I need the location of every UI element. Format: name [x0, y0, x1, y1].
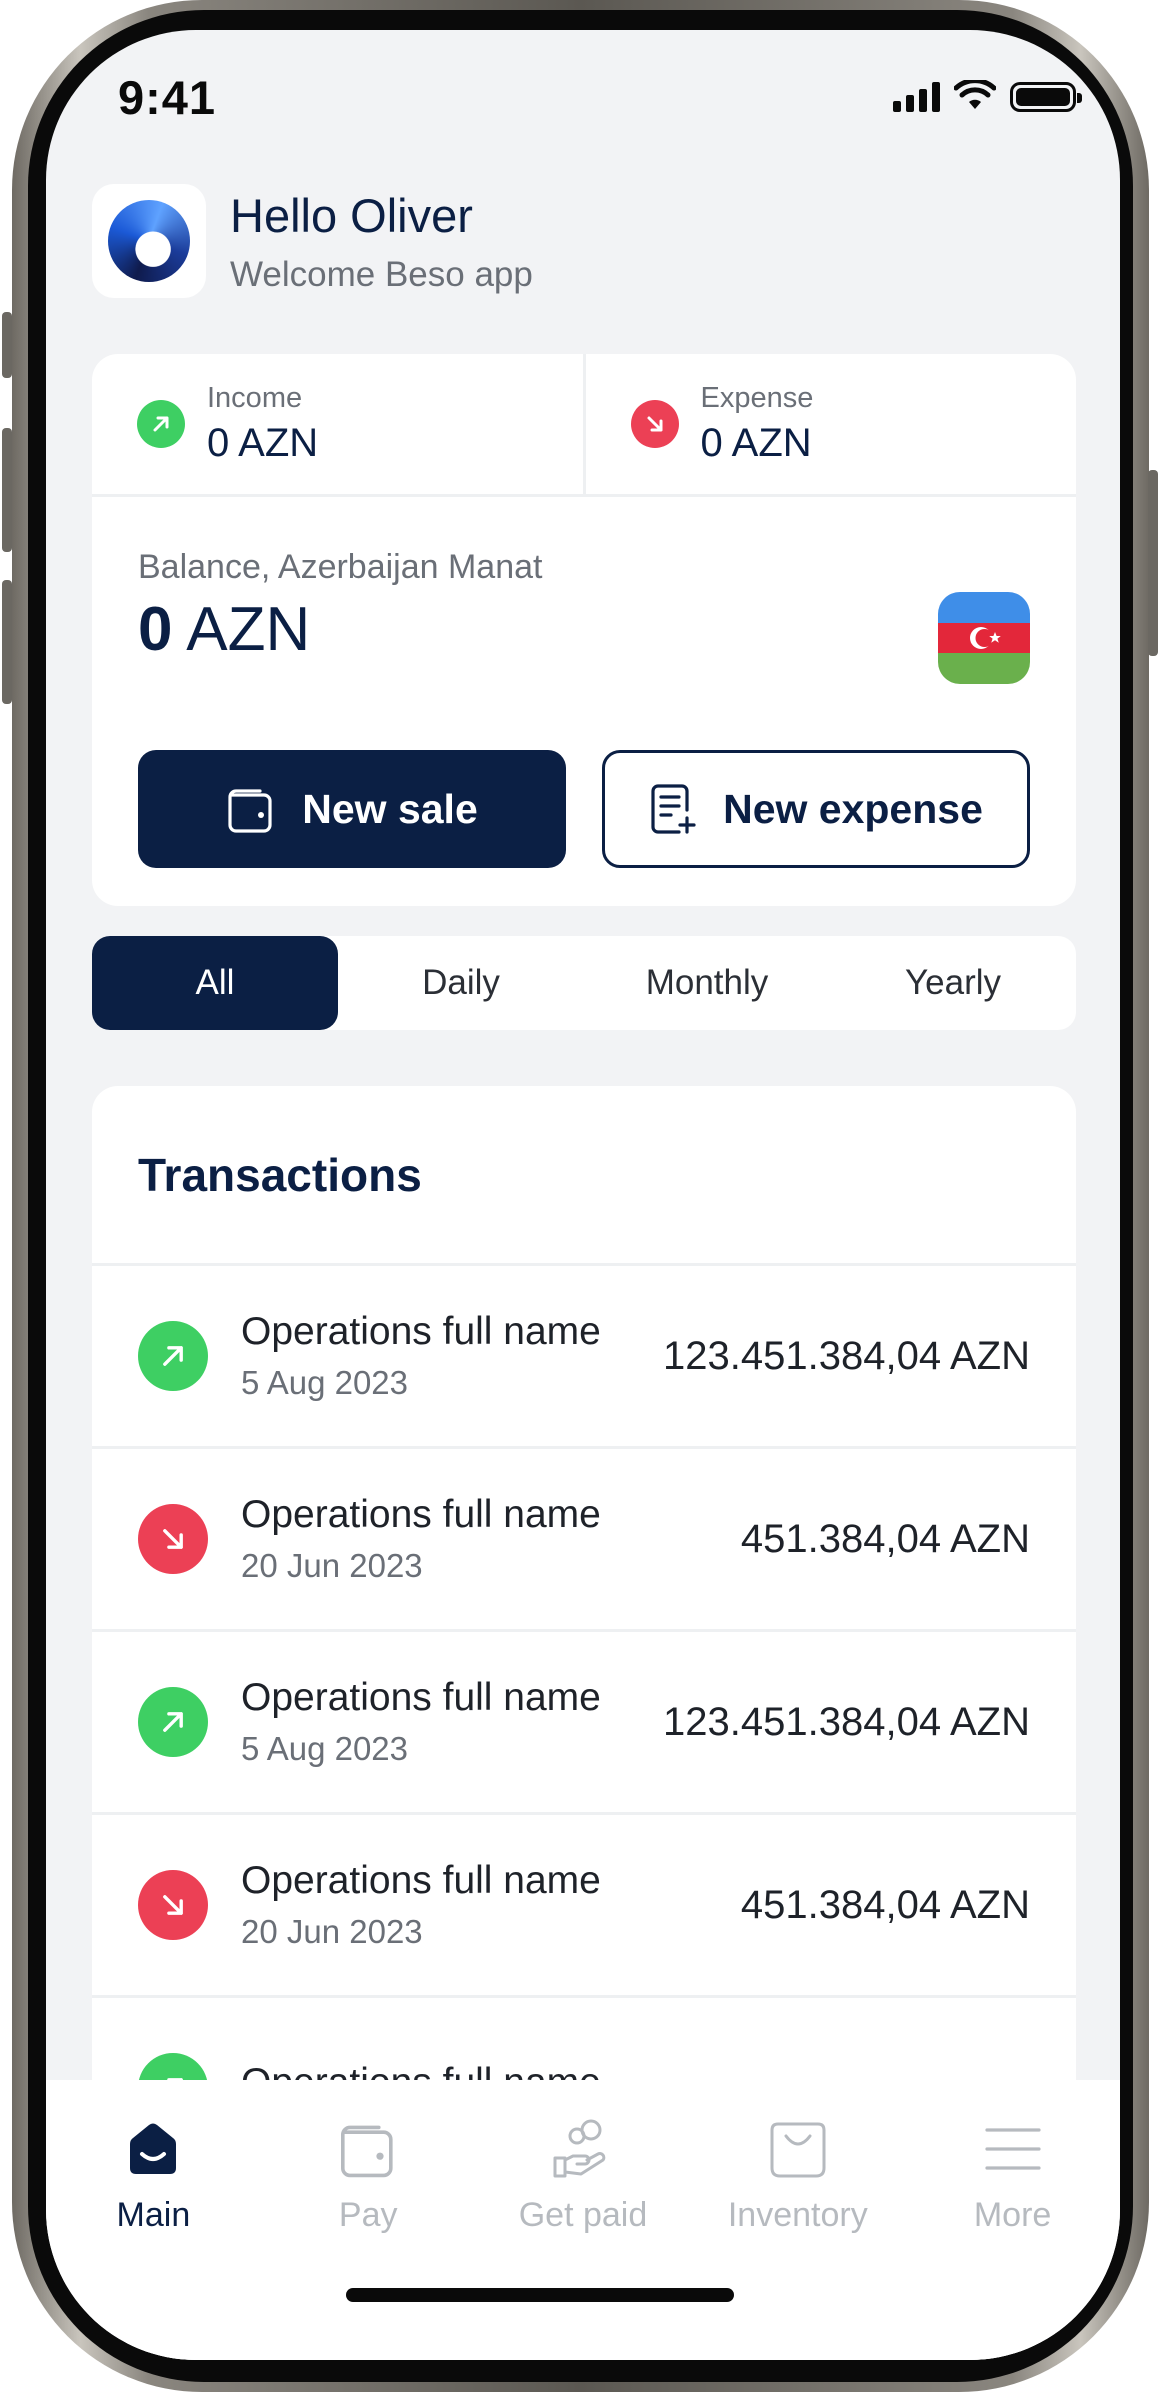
transaction-amount: 123.451.384,04 AZN	[663, 1699, 1030, 1744]
nav-item-more[interactable]: More	[905, 2116, 1120, 2276]
nav-label-more: More	[973, 2196, 1052, 2234]
nav-label-get-paid: Get paid	[518, 2196, 648, 2234]
greeting-title: Hello Oliver	[230, 188, 473, 242]
wifi-icon	[954, 80, 996, 109]
transaction-date: 20 Jun 2023	[241, 1913, 423, 1950]
transaction-name: Operations full name	[241, 1310, 601, 1353]
volume-up-button	[2, 428, 12, 552]
arrow-up-right-icon	[138, 1687, 208, 1757]
transaction-amount: 123.451.384,04 AZN	[663, 1333, 1030, 1378]
balance-card: Income 0 AZN Expense 0 AZN Balance, Azer…	[92, 354, 1076, 906]
arrow-down-right-icon	[138, 1870, 208, 1940]
tab-yearly[interactable]: Yearly	[830, 936, 1076, 1030]
transaction-row[interactable]: Operations full name 20 Jun 2023 451.384…	[92, 1815, 1076, 1998]
document-add-icon	[651, 784, 696, 834]
new-sale-label: New sale	[302, 785, 478, 832]
wallet-icon	[335, 2116, 401, 2182]
nav-label-main: Main	[116, 2196, 191, 2234]
income-expense-row: Income 0 AZN Expense 0 AZN	[92, 354, 1076, 497]
nav-label-pay: Pay	[338, 2196, 398, 2234]
nav-item-pay[interactable]: Pay	[261, 2116, 476, 2276]
power-button	[1148, 470, 1158, 656]
status-time: 9:41	[118, 71, 217, 124]
status-bar: 9:41	[46, 30, 1120, 140]
azerbaijan-flag-icon[interactable]	[938, 592, 1030, 684]
bag-icon	[765, 2116, 831, 2182]
balance-currency: AZN	[186, 595, 311, 664]
status-icons	[893, 80, 1082, 112]
app-logo	[92, 184, 206, 298]
transaction-amount: 451.384,04 AZN	[740, 1516, 1030, 1561]
new-sale-button[interactable]: New sale	[138, 750, 566, 868]
balance-label: Balance, Azerbaijan Manat	[138, 548, 543, 586]
tab-all[interactable]: All	[92, 936, 338, 1030]
arrow-down-right-icon	[630, 400, 679, 448]
expense-label: Expense	[700, 382, 814, 414]
transaction-amount: 451.384,04 AZN	[740, 1882, 1030, 1927]
menu-icon	[980, 2116, 1046, 2182]
app-screen: 9:41 Hello Oliver Welcome Beso app Incom…	[46, 30, 1120, 2360]
mute-switch	[2, 312, 12, 378]
arrow-up-right-icon	[137, 400, 185, 448]
transaction-row[interactable]: Operations full name 5 Aug 2023 123.451.…	[92, 1632, 1076, 1815]
arrow-down-right-icon	[138, 1504, 208, 1574]
expense-summary[interactable]: Expense 0 AZN	[582, 354, 1077, 494]
transaction-row[interactable]: Operations full name 20 Jun 2023 451.384…	[92, 1449, 1076, 1632]
expense-value: 0 AZN	[700, 421, 812, 465]
nav-item-get-paid[interactable]: Get paid	[476, 2116, 691, 2276]
transaction-date: 5 Aug 2023	[241, 1730, 408, 1767]
transaction-name: Operations full name	[241, 1493, 601, 1536]
balance-amount: 0	[138, 595, 173, 664]
tab-daily[interactable]: Daily	[338, 936, 584, 1030]
transaction-name: Operations full name	[241, 1859, 601, 1902]
home-indicator[interactable]	[346, 2288, 734, 2302]
home-icon	[120, 2116, 186, 2182]
nav-item-main[interactable]: Main	[46, 2116, 261, 2276]
income-summary[interactable]: Income 0 AZN	[92, 354, 583, 494]
cellular-signal-icon	[893, 82, 940, 112]
header: Hello Oliver Welcome Beso app	[92, 184, 533, 298]
balance-value: 0 AZN	[138, 594, 310, 665]
new-expense-button[interactable]: New expense	[602, 750, 1030, 868]
volume-down-button	[2, 580, 12, 704]
greeting: Hello Oliver Welcome Beso app	[230, 188, 533, 295]
transaction-date: 5 Aug 2023	[241, 1364, 408, 1401]
nav-item-inventory[interactable]: Inventory	[690, 2116, 905, 2276]
income-value: 0 AZN	[207, 421, 319, 465]
income-label: Income	[207, 382, 303, 414]
battery-icon	[1010, 82, 1082, 112]
new-expense-label: New expense	[723, 785, 983, 832]
arrow-up-right-icon	[138, 1321, 208, 1391]
period-filter-tabs: All Daily Monthly Yearly	[92, 936, 1076, 1030]
hand-coins-icon	[550, 2116, 616, 2182]
beso-logo-icon	[108, 200, 190, 282]
transactions-title: Transactions	[92, 1086, 1076, 1266]
bottom-nav: Main Pay Get paid Inventory More	[46, 2080, 1120, 2360]
tab-monthly[interactable]: Monthly	[584, 936, 830, 1030]
nav-label-inventory: Inventory	[727, 2196, 868, 2234]
wallet-icon	[228, 789, 272, 833]
transaction-date: 20 Jun 2023	[241, 1547, 423, 1584]
transaction-row[interactable]: Operations full name 5 Aug 2023 123.451.…	[92, 1266, 1076, 1449]
greeting-subtitle: Welcome Beso app	[230, 254, 533, 294]
transaction-name: Operations full name	[241, 1676, 601, 1719]
